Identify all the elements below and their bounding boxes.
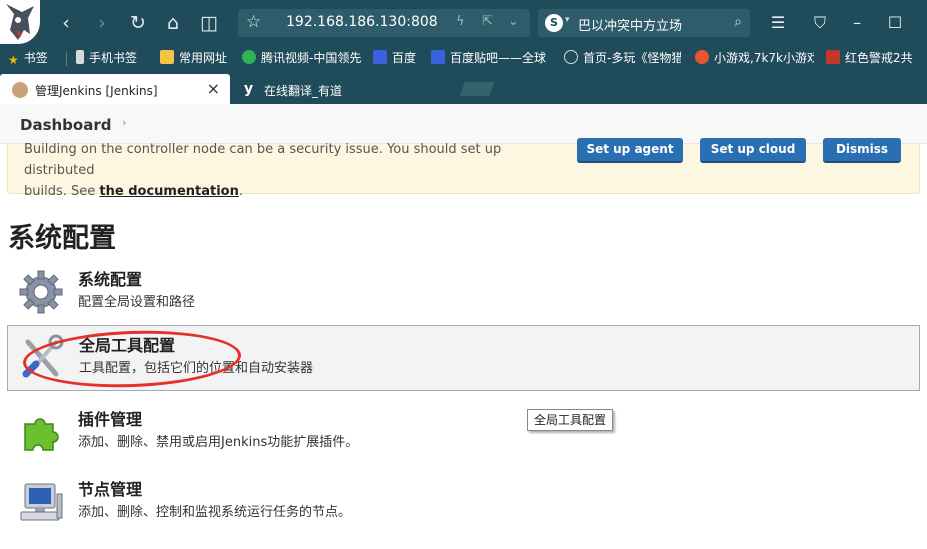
item-description: 添加、删除、禁用或启用Jenkins功能扩展插件。 — [78, 435, 359, 450]
bookmark-item[interactable]: 百度贴吧——全球 — [431, 48, 550, 68]
forward-icon[interactable]: › — [89, 10, 115, 36]
bookmark-item[interactable]: 常用网址 — [160, 48, 227, 68]
gear-icon — [19, 270, 63, 314]
manage-item-plugins[interactable]: 插件管理 添加、删除、禁用或启用Jenkins功能扩展插件。 — [7, 400, 920, 466]
bookmark-item[interactable]: 红色警戒2共 — [826, 48, 913, 68]
engine-dropdown-icon[interactable]: ▾ — [565, 15, 570, 25]
tab-youdao[interactable]: y 在线翻译_有道 — [242, 74, 452, 104]
dismiss-button[interactable]: Dismiss — [823, 138, 901, 163]
browser-chrome: ‹ › ↻ ⌂ ◫ ☆ 192.168.186.130:8080/j ϟ ⇱ ⌄… — [0, 0, 927, 104]
chevron-right-icon[interactable]: › — [122, 116, 126, 129]
balloon-icon — [695, 50, 709, 64]
item-description: 配置全局设置和路径 — [78, 295, 196, 310]
bookmarks-bar: ★ 书签 手机书签 常用网址 腾讯视频-中国领先 百度 百度贴吧——全球 首页-多… — [0, 46, 927, 70]
jenkins-favicon-icon — [12, 82, 28, 98]
search-box[interactable]: S ▾ 巴以冲突中方立场 ⌕ — [538, 9, 750, 37]
tooltip: 全局工具配置 — [527, 409, 614, 431]
page-title: 系统配置 — [8, 223, 116, 254]
minimize-icon[interactable]: – — [843, 10, 871, 36]
back-icon[interactable]: ‹ — [53, 10, 79, 36]
puzzle-icon — [24, 418, 59, 451]
chevron-down-icon[interactable]: ⌄ — [508, 14, 519, 29]
baidu-icon — [373, 50, 387, 64]
manage-item-system-config[interactable]: 系统配置 配置全局设置和路径 — [7, 260, 920, 326]
lightning-icon[interactable]: ϟ — [456, 14, 465, 29]
baidu-tieba-icon — [431, 50, 445, 64]
browser-profile-avatar[interactable] — [0, 0, 40, 44]
set-up-agent-button[interactable]: Set up agent — [577, 138, 683, 163]
tab-strip: 管理Jenkins [Jenkins] × y 在线翻译_有道 — [0, 74, 927, 104]
home-icon[interactable]: ⌂ — [160, 10, 186, 36]
shirt-icon[interactable]: ⛉ — [806, 10, 834, 36]
search-input[interactable]: 巴以冲突中方立场 — [578, 15, 682, 34]
breadcrumb-dashboard[interactable]: Dashboard — [20, 116, 111, 134]
search-engine-icon[interactable]: S — [545, 14, 563, 32]
star-icon: ★ — [8, 53, 19, 67]
new-tab-button[interactable] — [459, 82, 495, 96]
folder-icon — [160, 50, 174, 64]
bookmark-item[interactable]: 小游戏,7k7k小游戏 — [695, 48, 814, 68]
tab-jenkins[interactable]: 管理Jenkins [Jenkins] × — [0, 74, 230, 104]
computer-icon — [20, 483, 63, 521]
bookmark-item[interactable]: 百度 — [373, 48, 416, 68]
item-title: 系统配置 — [78, 270, 143, 289]
item-title: 插件管理 — [78, 410, 143, 429]
tab-title: 在线翻译_有道 — [264, 84, 343, 98]
youdao-favicon-icon: y — [244, 81, 254, 97]
banner-message: Building on the controller node can be a… — [24, 142, 502, 199]
set-up-cloud-button[interactable]: Set up cloud — [700, 138, 806, 163]
close-icon[interactable]: × — [207, 79, 220, 98]
search-icon[interactable]: ⌕ — [734, 14, 742, 30]
documentation-link[interactable]: the documentation — [99, 184, 238, 199]
tab-title: 管理Jenkins [Jenkins] — [35, 84, 158, 98]
reload-icon[interactable]: ↻ — [125, 10, 151, 36]
security-warning-banner: Building on the controller node can be a… — [7, 138, 920, 199]
address-bar[interactable]: ☆ 192.168.186.130:8080/j ϟ ⇱ ⌄ — [238, 9, 530, 37]
bookmark-item[interactable]: ★ 书签 — [8, 48, 48, 68]
redalert-icon — [826, 50, 840, 64]
tencent-video-icon — [242, 50, 256, 64]
manage-item-nodes[interactable]: 节点管理 添加、删除、控制和监视系统运行任务的节点。 — [7, 470, 920, 536]
bookmark-item[interactable]: 手机书签 — [76, 48, 137, 68]
item-title: 节点管理 — [78, 480, 143, 499]
bookmark-star-icon[interactable]: ☆ — [246, 12, 261, 32]
menu-icon[interactable]: ☰ — [764, 10, 792, 36]
globe-icon — [564, 50, 578, 64]
bookmark-item[interactable]: 腾讯视频-中国领先 — [242, 48, 361, 68]
bookmark-item[interactable]: 首页-多玩《怪物猎 — [564, 48, 681, 68]
address-url[interactable]: 192.168.186.130:8080/j — [286, 14, 438, 30]
phone-icon — [76, 50, 84, 64]
item-description: 添加、删除、控制和监视系统运行任务的节点。 — [78, 505, 352, 520]
divider — [66, 52, 67, 66]
reader-icon[interactable]: ◫ — [196, 10, 222, 36]
share-icon[interactable]: ⇱ — [482, 14, 493, 29]
maximize-icon[interactable]: ☐ — [881, 10, 909, 36]
